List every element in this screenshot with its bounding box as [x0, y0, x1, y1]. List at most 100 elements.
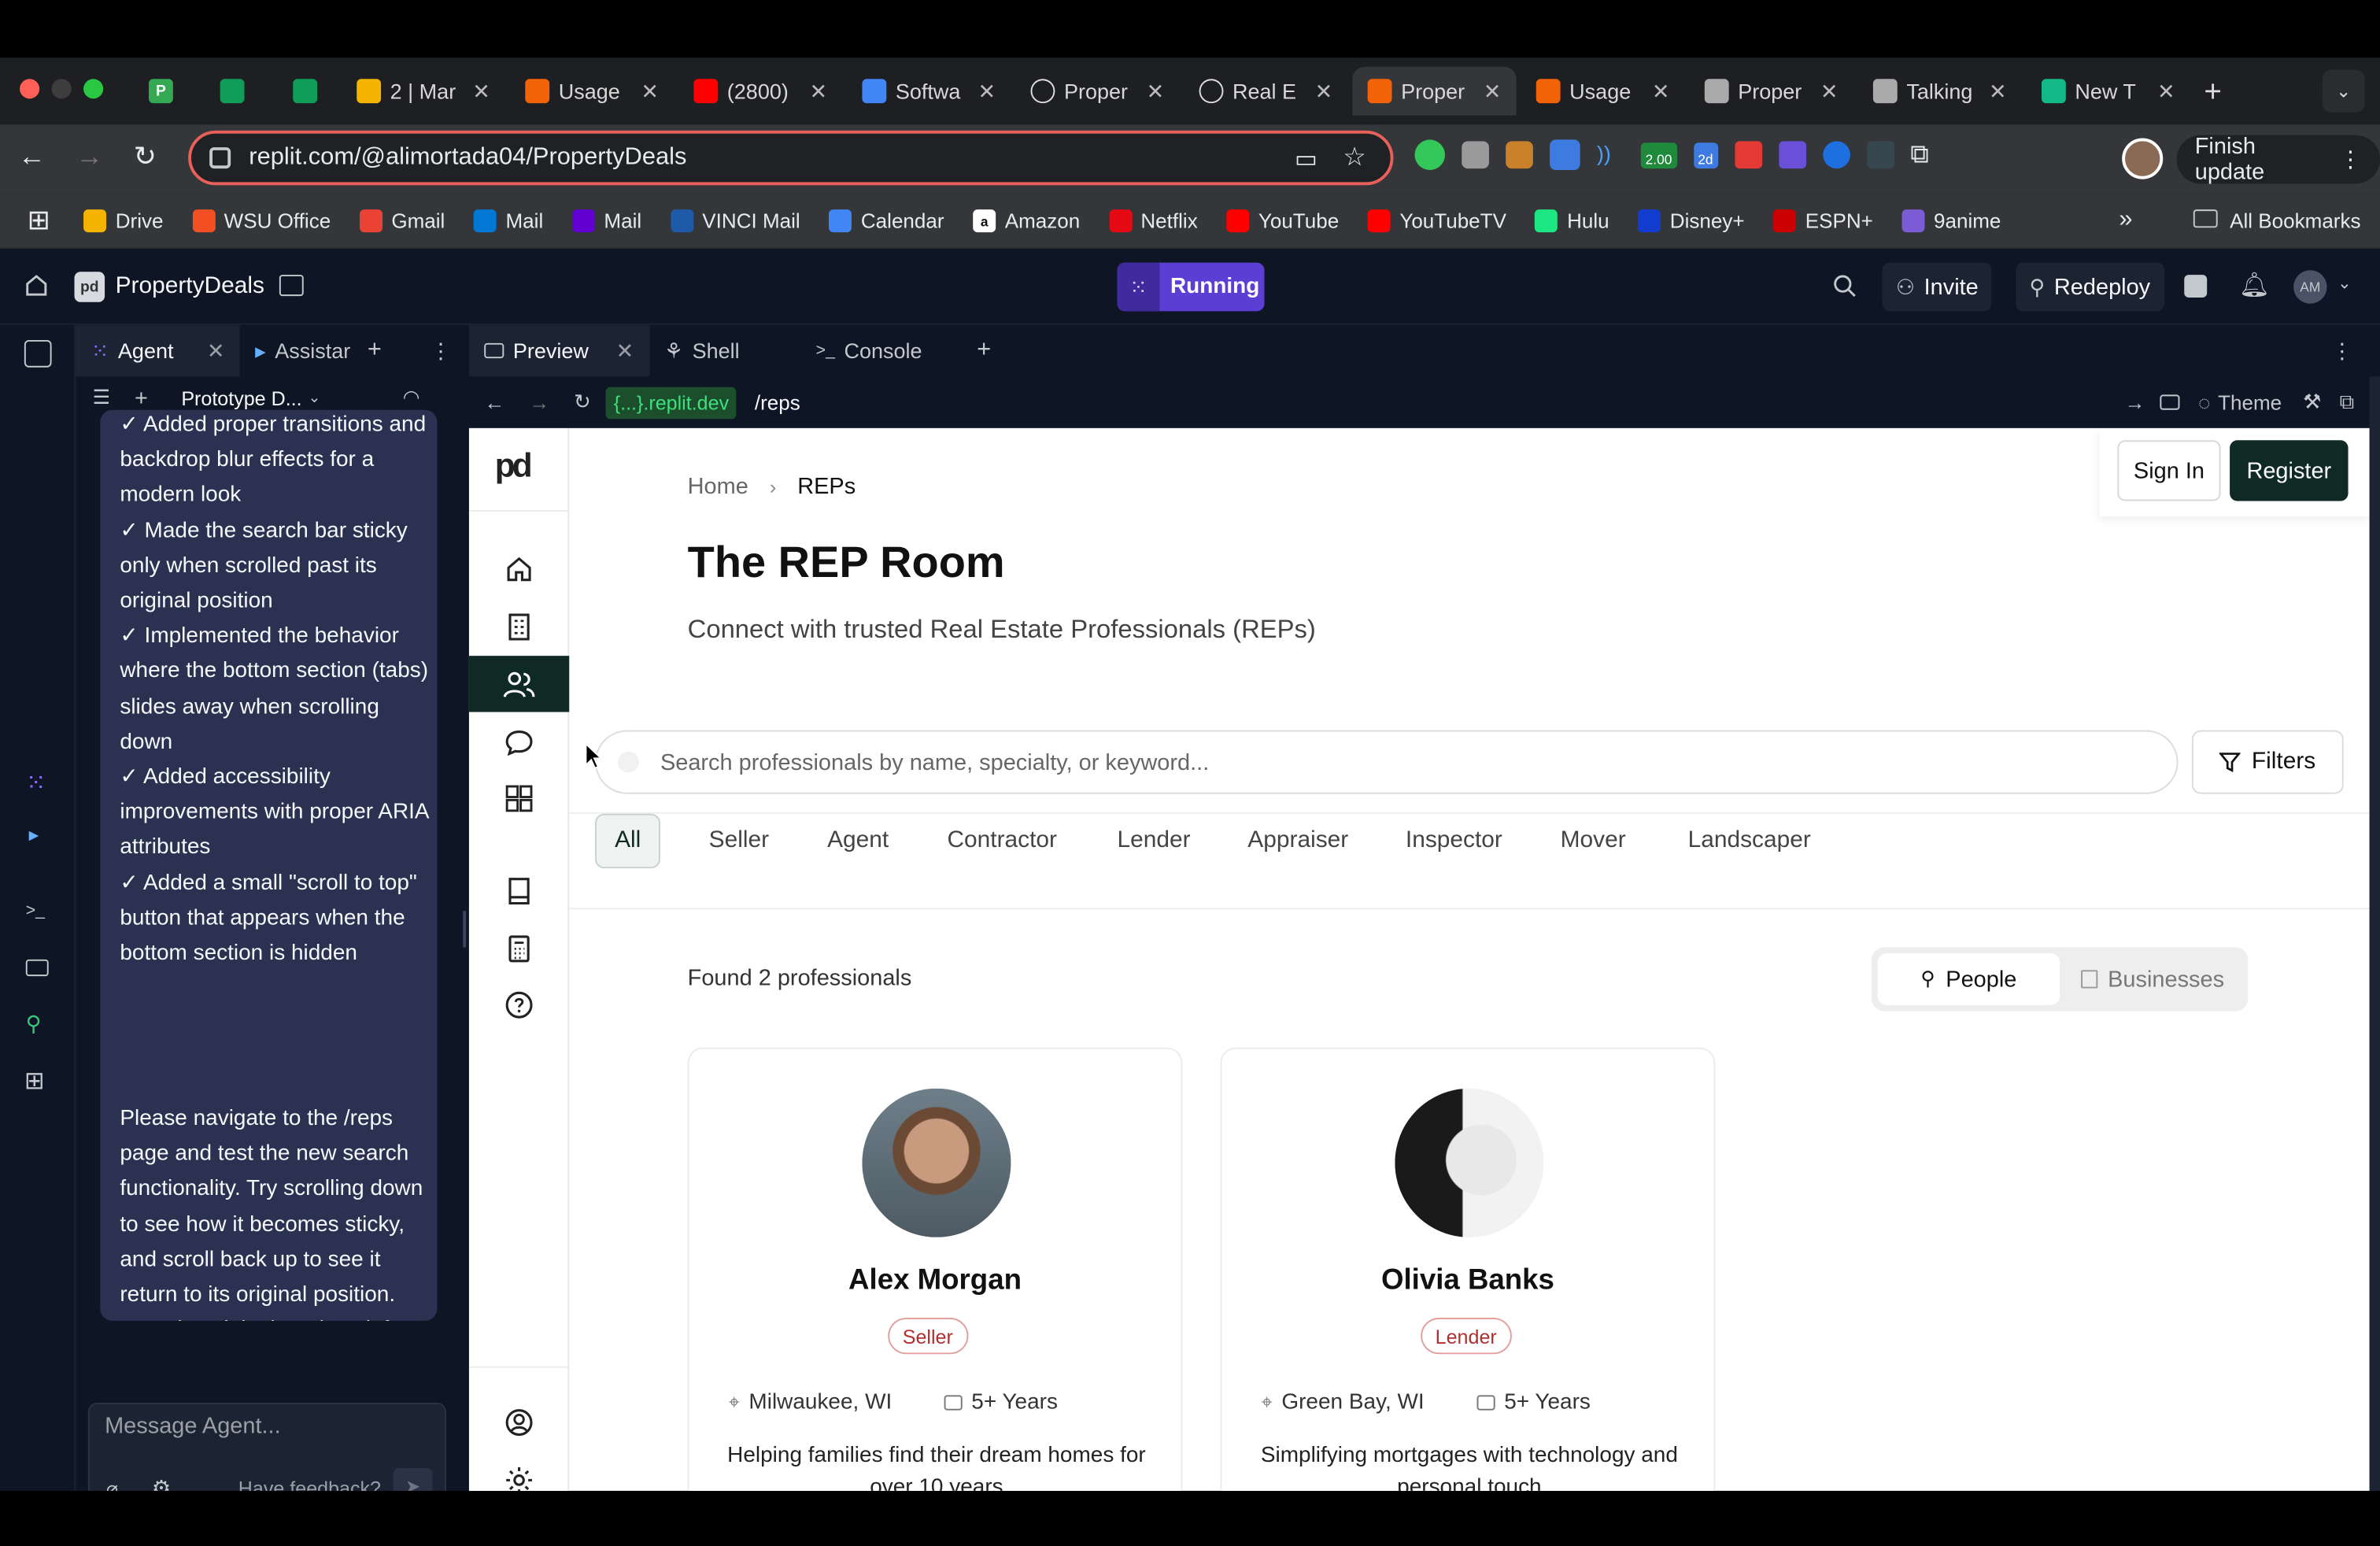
thread-title[interactable]: Prototype D... — [181, 386, 301, 409]
run-status-button[interactable]: ⁙ Running — [1117, 262, 1265, 312]
filters-button[interactable]: Filters — [2191, 730, 2344, 794]
category-chip-all[interactable]: All — [595, 813, 661, 869]
site-logo[interactable]: pd — [495, 446, 533, 486]
sidebar-dashboard[interactable] — [469, 770, 569, 826]
extension-thumb-icon[interactable] — [1414, 139, 1446, 171]
bookmark-link[interactable]: Disney+ — [1638, 209, 1745, 233]
user-avatar[interactable]: AM — [2293, 270, 2327, 304]
tab-agent[interactable]: ⁙ Agent ✕ — [76, 324, 240, 377]
businesses-toggle[interactable]: Businesses — [2063, 953, 2242, 1005]
professional-name[interactable]: Alex Morgan — [689, 1265, 1181, 1298]
tab-search-button[interactable]: ⌄ — [2322, 69, 2365, 113]
sidebar-properties[interactable] — [469, 598, 569, 654]
feedback-link[interactable]: Have feedback? — [238, 1478, 381, 1491]
invite-button[interactable]: ⚇ Invite — [1882, 262, 1993, 312]
browser-tab[interactable]: Real E ✕ — [1184, 67, 1347, 116]
send-button[interactable]: ➤ — [393, 1467, 433, 1491]
sidebar-guides[interactable] — [469, 862, 569, 918]
browser-tab[interactable]: 2 | Mar ✕ — [342, 67, 505, 116]
browser-tab[interactable] — [205, 67, 265, 116]
shell-tool-icon[interactable]: >_ — [26, 902, 45, 920]
breadcrumb-home[interactable]: Home — [688, 474, 748, 500]
all-bookmarks-link[interactable]: All Bookmarks — [2230, 209, 2360, 232]
extension-window-icon[interactable] — [1550, 139, 1580, 171]
deployment-status-icon[interactable] — [2184, 275, 2208, 298]
install-app-icon[interactable]: ▭ — [1295, 144, 1318, 175]
pane-resize-handle[interactable] — [463, 911, 467, 948]
sidebar-messages[interactable] — [469, 713, 569, 769]
close-icon[interactable]: ✕ — [207, 338, 225, 364]
professional-card[interactable]: Alex Morgan Seller ⌖ Milwaukee, WI 5+ Years H… — [687, 1047, 1183, 1491]
bookmark-link[interactable]: Mail — [571, 209, 641, 233]
preview-forward-icon[interactable]: → — [529, 391, 549, 414]
browser-tab[interactable]: New T ✕ — [2027, 67, 2190, 116]
thread-chevron-icon[interactable]: ⌄ — [308, 390, 320, 406]
bookmark-link[interactable]: Hulu — [1535, 209, 1609, 233]
extension-wave-icon[interactable]: )) — [1597, 141, 1624, 168]
preview-back-icon[interactable]: ← — [484, 391, 504, 414]
bookmark-link[interactable]: Drive — [83, 209, 164, 233]
extension-blue-icon[interactable] — [1822, 141, 1850, 169]
user-menu-chevron-icon[interactable]: ⌄ — [2338, 273, 2352, 293]
device-toggle-icon[interactable] — [2160, 394, 2180, 410]
new-tab-button[interactable]: + — [2204, 76, 2222, 110]
more-bookmarks-icon[interactable]: » — [2119, 206, 2132, 234]
open-url-arrow-icon[interactable]: → — [2124, 391, 2145, 414]
deploy-tool-icon[interactable]: ⚲ — [26, 1011, 42, 1037]
bookmark-link[interactable]: Calendar — [829, 209, 944, 233]
register-button[interactable]: Register — [2230, 440, 2349, 501]
address-bar[interactable]: replit.com/@alimortada04/PropertyDeals ▭… — [188, 130, 1394, 186]
browser-tab[interactable]: Softwa ✕ — [847, 67, 1011, 116]
browser-tab[interactable] — [278, 67, 338, 116]
people-toggle[interactable]: ⚲ People — [1877, 953, 2060, 1005]
category-chip-contractor[interactable]: Contractor — [929, 814, 1075, 868]
browser-tab[interactable]: P — [134, 67, 194, 116]
close-tab-icon[interactable]: ✕ — [809, 78, 827, 104]
category-chip-appraiser[interactable]: Appraiser — [1229, 814, 1366, 868]
close-tab-icon[interactable]: ✕ — [978, 78, 996, 104]
sidebar-home[interactable] — [469, 541, 569, 597]
sidebar-calculator[interactable] — [469, 920, 569, 976]
close-window-button[interactable] — [20, 79, 40, 99]
project-avatar[interactable]: pd — [74, 272, 105, 302]
home-icon[interactable] — [24, 273, 49, 298]
add-tab-icon[interactable]: + — [368, 337, 382, 364]
extension-orange-icon[interactable] — [1506, 141, 1533, 169]
close-tab-icon[interactable]: ✕ — [1989, 78, 2007, 104]
message-agent-input[interactable]: Message Agent... — [105, 1414, 281, 1440]
sidebar-profile[interactable] — [469, 1393, 569, 1449]
bookmark-star-icon[interactable]: ☆ — [1343, 142, 1366, 173]
project-name[interactable]: PropertyDeals — [116, 273, 264, 301]
extension-purple-icon[interactable] — [1778, 141, 1806, 169]
category-chip-landscaper[interactable]: Landscaper — [1669, 814, 1829, 868]
close-tab-icon[interactable]: ✕ — [2157, 78, 2175, 104]
sidebar-reps[interactable] — [468, 656, 570, 712]
bookmark-link[interactable]: ESPN+ — [1773, 209, 1873, 233]
close-tab-icon[interactable]: ✕ — [641, 78, 659, 104]
tab-preview[interactable]: Preview ✕ — [468, 324, 649, 377]
tab-shell[interactable]: ⚘ Shell — [649, 325, 801, 377]
category-chip-inspector[interactable]: Inspector — [1388, 814, 1521, 868]
open-new-window-icon[interactable]: ⧉ — [2340, 390, 2355, 415]
browser-tab[interactable]: Proper ✕ — [1690, 67, 1853, 116]
bookmark-link[interactable]: Netflix — [1108, 209, 1198, 233]
thread-list-icon[interactable]: ☰ — [93, 386, 110, 410]
close-tab-icon[interactable]: ✕ — [1147, 78, 1165, 104]
apps-grid-icon[interactable]: ⊞ — [28, 205, 50, 237]
extension-s-icon[interactable] — [1866, 141, 1894, 169]
close-tab-icon[interactable]: ✕ — [1315, 78, 1333, 104]
bookmark-link[interactable]: YouTube — [1226, 209, 1339, 233]
category-chip-lender[interactable]: Lender — [1099, 814, 1208, 868]
add-tab-icon[interactable]: + — [977, 337, 991, 364]
browser-tab[interactable]: Talking ✕ — [1858, 67, 2022, 116]
preview-tool-icon[interactable] — [25, 959, 49, 977]
bookmark-link[interactable]: WSU Office — [192, 209, 331, 233]
tab-console[interactable]: >_ Console — [800, 325, 970, 377]
agent-tool-icon[interactable]: ⁙ — [26, 768, 46, 799]
pane-menu-icon[interactable]: ⋮ — [431, 338, 452, 364]
attach-icon[interactable]: ⌀ — [106, 1478, 118, 1491]
project-info-icon[interactable] — [279, 275, 304, 297]
reload-icon[interactable]: ↻ — [134, 141, 157, 173]
category-chip-mover[interactable]: Mover — [1542, 814, 1643, 868]
bookmark-link[interactable]: Gmail — [359, 209, 445, 233]
